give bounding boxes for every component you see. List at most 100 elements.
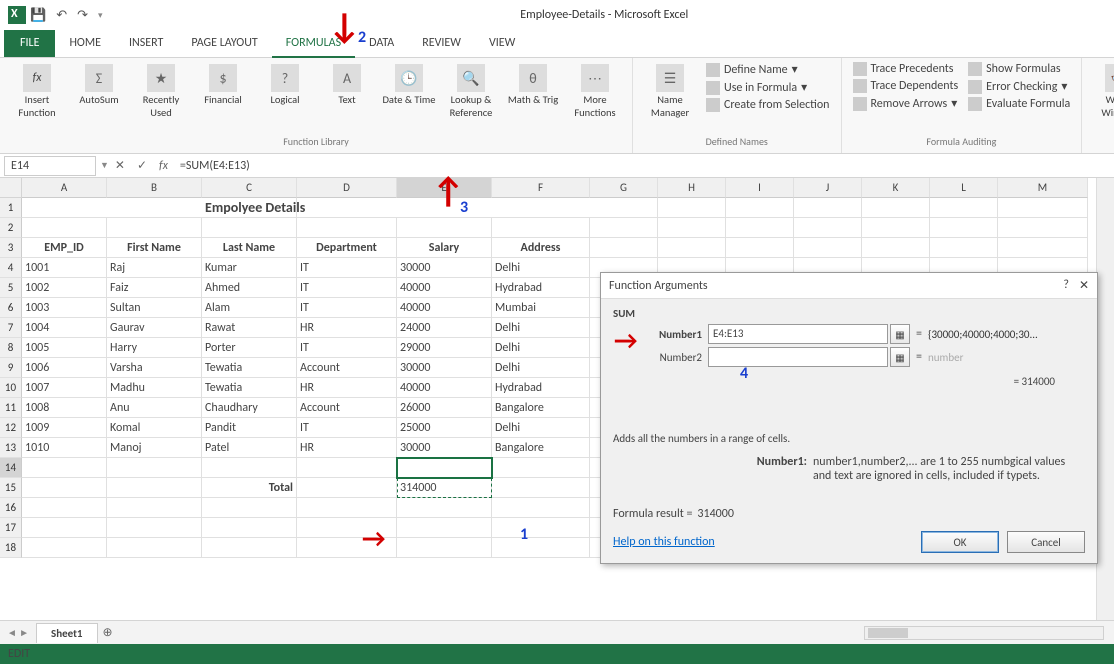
- cell[interactable]: [397, 458, 492, 478]
- date-time-button[interactable]: 🕒Date & Time: [380, 61, 438, 110]
- tab-review[interactable]: REVIEW: [408, 30, 475, 57]
- tab-view[interactable]: VIEW: [475, 30, 529, 57]
- row-header[interactable]: 14: [0, 458, 22, 478]
- cell[interactable]: 1006: [22, 358, 107, 378]
- cell[interactable]: [397, 518, 492, 538]
- cell[interactable]: Raj: [107, 258, 202, 278]
- range-selector-button[interactable]: ▦: [890, 347, 910, 367]
- cell[interactable]: [297, 478, 397, 498]
- cell[interactable]: [107, 198, 202, 218]
- cell[interactable]: [794, 238, 862, 258]
- cell[interactable]: [998, 198, 1088, 218]
- row-header[interactable]: 5: [0, 278, 22, 298]
- number1-input[interactable]: E4:E13: [708, 324, 888, 344]
- row-header[interactable]: 10: [0, 378, 22, 398]
- cell[interactable]: [22, 538, 107, 558]
- cell[interactable]: Delhi: [492, 318, 590, 338]
- cell[interactable]: Account: [297, 358, 397, 378]
- cell[interactable]: HR: [297, 318, 397, 338]
- math-trig-button[interactable]: θMath & Trig: [504, 61, 562, 110]
- cell[interactable]: [492, 478, 590, 498]
- row-header[interactable]: 3: [0, 238, 22, 258]
- cell[interactable]: [22, 458, 107, 478]
- cell[interactable]: 1007: [22, 378, 107, 398]
- show-formulas-button[interactable]: Show Formulas: [965, 61, 1073, 77]
- cell[interactable]: 24000: [397, 318, 492, 338]
- cell[interactable]: 30000: [397, 438, 492, 458]
- cell[interactable]: Sultan: [107, 298, 202, 318]
- autosum-button[interactable]: ΣAutoSum: [70, 61, 128, 110]
- cell[interactable]: [590, 238, 658, 258]
- financial-button[interactable]: $Financial: [194, 61, 252, 110]
- row-header[interactable]: 18: [0, 538, 22, 558]
- cell[interactable]: [397, 538, 492, 558]
- row-header[interactable]: 9: [0, 358, 22, 378]
- cell[interactable]: Delhi: [492, 358, 590, 378]
- cell[interactable]: [726, 198, 794, 218]
- recently-used-button[interactable]: ★Recently Used: [132, 61, 190, 122]
- cell[interactable]: 314000: [397, 478, 492, 498]
- cell[interactable]: 1008: [22, 398, 107, 418]
- cell[interactable]: IT: [297, 298, 397, 318]
- name-manager-button[interactable]: ☰Name Manager: [641, 61, 699, 122]
- name-box[interactable]: E14: [4, 156, 96, 176]
- cell[interactable]: [998, 218, 1088, 238]
- help-icon[interactable]: ?: [1063, 278, 1069, 293]
- cell[interactable]: Kumar: [202, 258, 297, 278]
- column-header-H[interactable]: H: [658, 178, 726, 198]
- cell[interactable]: 30000: [397, 358, 492, 378]
- cell[interactable]: Anu: [107, 398, 202, 418]
- cell[interactable]: [202, 498, 297, 518]
- cell[interactable]: [397, 218, 492, 238]
- column-header-K[interactable]: K: [862, 178, 930, 198]
- cell[interactable]: Account: [297, 398, 397, 418]
- cell[interactable]: IT: [297, 418, 397, 438]
- column-header-B[interactable]: B: [107, 178, 202, 198]
- cell[interactable]: [107, 458, 202, 478]
- column-header-F[interactable]: F: [492, 178, 590, 198]
- cell[interactable]: 1004: [22, 318, 107, 338]
- logical-button[interactable]: ?Logical: [256, 61, 314, 110]
- enter-icon[interactable]: ✓: [131, 158, 153, 173]
- cell[interactable]: [397, 498, 492, 518]
- cell[interactable]: IT: [297, 338, 397, 358]
- cell[interactable]: [297, 218, 397, 238]
- cell[interactable]: [492, 218, 590, 238]
- cell[interactable]: HR: [297, 438, 397, 458]
- watch-window-button[interactable]: 👓Watch Window: [1090, 61, 1114, 122]
- cell[interactable]: 1002: [22, 278, 107, 298]
- vertical-scrollbar[interactable]: [1096, 178, 1114, 620]
- cell[interactable]: [930, 198, 998, 218]
- cell[interactable]: [107, 498, 202, 518]
- chevron-down-icon[interactable]: ▼: [100, 160, 109, 171]
- define-name-button[interactable]: Define Name ▾: [703, 61, 833, 78]
- tab-insert[interactable]: INSERT: [115, 30, 177, 57]
- cell[interactable]: Bangalore: [492, 398, 590, 418]
- use-in-formula-button[interactable]: Use in Formula ▾: [703, 79, 833, 96]
- cell[interactable]: EMP_ID: [22, 238, 107, 258]
- cell[interactable]: [590, 198, 658, 218]
- row-header[interactable]: 1: [0, 198, 22, 218]
- cell[interactable]: Porter: [202, 338, 297, 358]
- cell[interactable]: Delhi: [492, 258, 590, 278]
- cell[interactable]: Harry: [107, 338, 202, 358]
- cell[interactable]: [107, 518, 202, 538]
- cell[interactable]: [202, 538, 297, 558]
- row-header[interactable]: 2: [0, 218, 22, 238]
- cell[interactable]: [107, 218, 202, 238]
- cell[interactable]: HR: [297, 378, 397, 398]
- cell[interactable]: 40000: [397, 298, 492, 318]
- evaluate-formula-button[interactable]: Evaluate Formula: [965, 96, 1073, 112]
- row-header[interactable]: 12: [0, 418, 22, 438]
- column-header-A[interactable]: A: [22, 178, 107, 198]
- cell[interactable]: [794, 198, 862, 218]
- cell[interactable]: 1010: [22, 438, 107, 458]
- range-selector-button[interactable]: ▦: [890, 324, 910, 344]
- row-header[interactable]: 6: [0, 298, 22, 318]
- remove-arrows-button[interactable]: Remove Arrows ▾: [850, 95, 962, 112]
- trace-dependents-button[interactable]: Trace Dependents: [850, 78, 962, 94]
- cell[interactable]: Department: [297, 238, 397, 258]
- cell[interactable]: Rawat: [202, 318, 297, 338]
- row-header[interactable]: 15: [0, 478, 22, 498]
- cell[interactable]: Chaudhary: [202, 398, 297, 418]
